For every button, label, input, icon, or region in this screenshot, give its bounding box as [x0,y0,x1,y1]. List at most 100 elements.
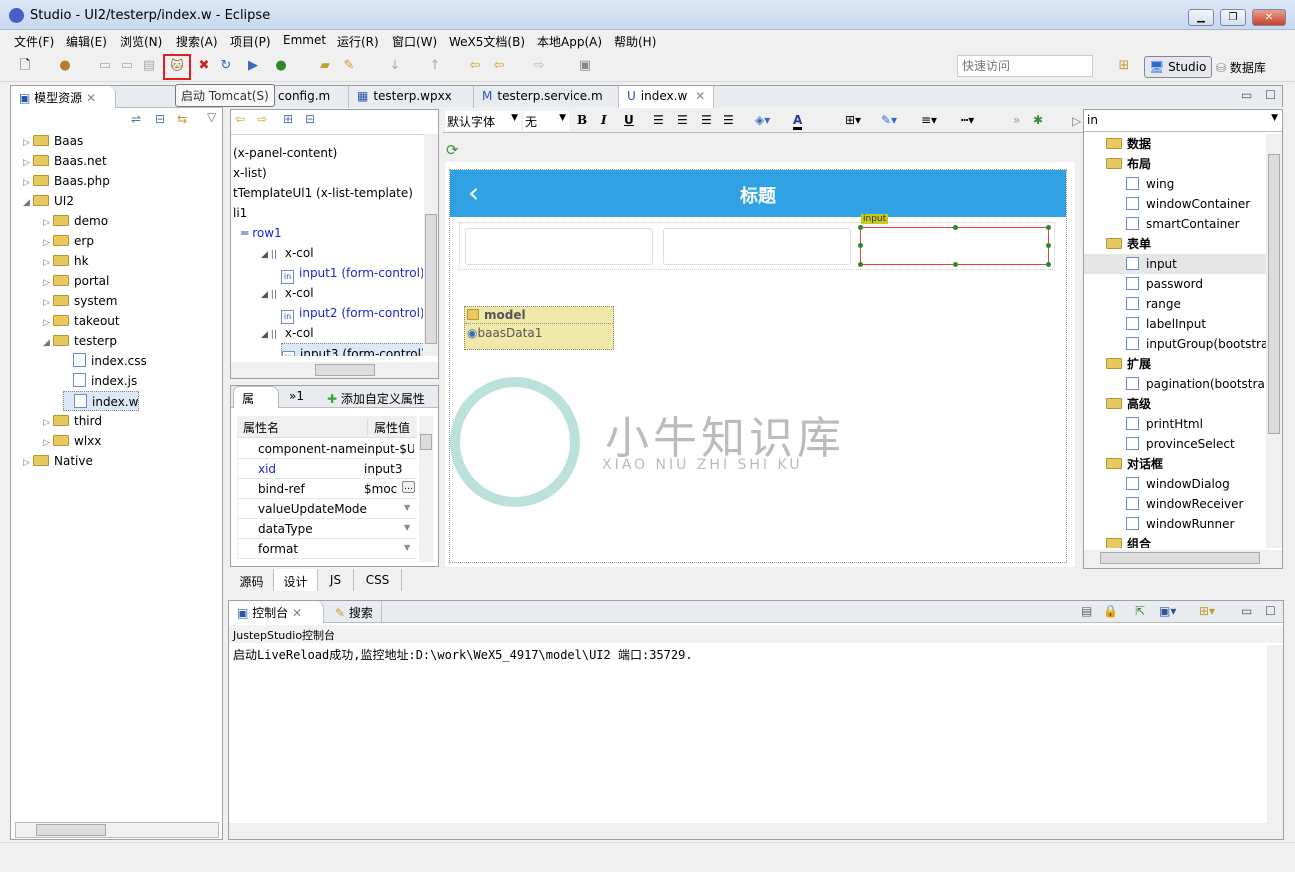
editor-tab[interactable]: ▦ testerp.wpxx [349,86,474,108]
expand-arrow-icon[interactable]: ▷ [43,413,53,433]
new-icon[interactable]: 🗋 [16,57,34,75]
menu-item[interactable]: 运行(R) [337,33,379,50]
tree-item[interactable]: ▷ third [43,411,102,431]
palette-item[interactable]: windowRunner [1084,514,1266,534]
restart-tomcat-icon[interactable]: ↻ [217,57,235,75]
menu-item[interactable]: 文件(F) [14,33,54,50]
tree-item[interactable]: ▷ Baas [23,131,83,151]
palette-item[interactable]: windowDialog [1084,474,1266,494]
palette-item[interactable]: provinceSelect [1084,434,1266,454]
tree-item[interactable]: ▷ Baas.php [23,171,110,191]
border-icon[interactable]: ⊞▾ [845,113,861,127]
minimize-button[interactable]: ▁ [1188,9,1214,26]
expand-arrow-icon[interactable]: ▷ [23,173,33,193]
tree-item[interactable]: ▷ hk [43,251,89,271]
save-all-icon[interactable]: ▭ [118,57,136,75]
palette-item[interactable]: windowReceiver [1084,494,1266,514]
expand-arrow-icon[interactable]: ▷ [43,293,53,313]
underline-button[interactable]: U [624,113,634,127]
close-tab-icon[interactable]: ✕ [695,89,705,103]
expand-arrow-icon[interactable]: ◢ || [261,330,277,340]
palette-group[interactable]: 对话框 [1084,454,1266,474]
close-tab-icon[interactable]: ✕ [86,91,96,105]
menu-item[interactable]: 搜索(A) [176,33,218,50]
chevron-down-icon[interactable]: ▼ [404,543,410,552]
db-perspective-button[interactable]: ⛁ 数据库 [1216,59,1266,76]
tree-item[interactable]: index.js [63,371,137,391]
menu-item[interactable]: 编辑(E) [66,33,107,50]
outline-item[interactable]: tTemplateUl1 (x-list-template) [233,183,413,203]
back-icon[interactable]: ⇦ [235,112,245,126]
tab-3[interactable]: CSS [354,569,402,591]
pen-icon[interactable]: ✎ [340,57,358,75]
outline-item[interactable]: (x-panel-content) [233,143,337,163]
view-menu-icon[interactable]: ▽ [207,110,216,124]
input2[interactable] [663,228,851,265]
tree-item[interactable]: ▷ wlxx [43,431,101,451]
input3-selected[interactable] [858,225,1051,267]
sync-icon[interactable]: ⇆ [177,112,187,126]
maximize-icon[interactable]: ☐ [1265,88,1276,102]
outline-item[interactable]: in input3 (form-control) [281,343,423,356]
horizontal-scrollbar[interactable] [231,362,438,378]
open-console-icon[interactable]: ⊞▾ [1199,604,1215,618]
start-tomcat-button[interactable]: 🐱 [163,54,191,80]
vertical-scrollbar[interactable] [424,134,438,356]
palette-item[interactable]: pagination(bootstra [1084,374,1266,394]
palette-item[interactable]: password [1084,274,1266,294]
italic-button[interactable]: I [601,113,607,127]
pin-icon[interactable]: ▣ [576,57,594,75]
save-icon[interactable]: ▭ [96,57,114,75]
expand-arrow-icon[interactable]: ▷ [43,213,53,233]
studio-perspective-button[interactable]: 🖥 Studio [1144,56,1212,78]
menu-item[interactable]: WeX5文档(B) [449,33,525,50]
display-console-icon[interactable]: ▣▾ [1159,604,1176,618]
tree-item[interactable]: index.css [63,351,147,371]
last-edit-icon[interactable]: ⇦ [466,57,484,75]
property-row[interactable]: xid input3 [237,459,417,479]
align-center-icon[interactable]: ☰ [677,113,688,127]
expand-arrow-icon[interactable]: ◢ || [261,250,277,260]
tab-search[interactable]: ✎ 搜索 [327,601,382,623]
add-custom-property-button[interactable]: ✚ 添加自定义属性 [327,390,425,407]
expand-arrow-icon[interactable]: ▷ [43,313,53,333]
editor-tab[interactable]: Uindex.w ✕ [619,86,714,108]
property-row[interactable]: format ▼ [237,539,417,559]
next-annotation-icon[interactable]: ↓ [386,57,404,75]
justify-icon[interactable]: ☰ [723,113,734,127]
outline-item[interactable]: in input2 (form-control) [281,303,423,324]
close-button[interactable]: ✕ [1252,9,1286,26]
open-folder-icon[interactable]: ▰ [316,57,334,75]
scroll-lock-icon[interactable]: 🔒 [1103,604,1118,618]
debug-icon[interactable]: ● [272,57,290,75]
tab-more[interactable]: »1 [289,389,304,403]
property-row[interactable]: valueUpdateMode ▼ [237,499,417,519]
stop-tomcat-icon[interactable]: ✖ [195,57,213,75]
expand-arrow-icon[interactable]: ◢ [23,193,33,213]
collapse-all-icon[interactable]: ⊟ [155,112,165,126]
tab-console[interactable]: ▣ 控制台 ✕ [229,601,324,623]
more-icon[interactable]: » [1013,113,1020,127]
menu-item[interactable]: 本地App(A) [537,33,602,50]
chevron-down-icon[interactable]: ▼ [404,503,410,512]
editor-tab[interactable]: Mtesterp.service.m [474,86,619,108]
tab-1[interactable]: 设计 [274,569,318,591]
outline-item[interactable]: ◢ || x-col [261,323,314,343]
link-editor-icon[interactable]: ⇌ [131,112,141,126]
menu-item[interactable]: 窗口(W) [392,33,437,50]
print-icon[interactable]: ▤ [140,57,158,75]
restore-button[interactable]: ❐ [1220,9,1246,26]
vertical-scrollbar[interactable] [1266,134,1282,548]
outline-item[interactable]: li1 [233,203,247,223]
palette-item[interactable]: windowContainer [1084,194,1266,214]
pin-console-icon[interactable]: ⇱ [1135,604,1145,618]
property-row[interactable]: dataType ▼ [237,519,417,539]
menu-item[interactable]: Emmet [283,33,326,47]
quick-access-input[interactable] [957,55,1093,77]
menu-item[interactable]: 项目(P) [230,33,271,50]
forward-icon[interactable]: ⇨ [530,57,548,75]
palette-group[interactable]: 高级 [1084,394,1266,414]
collapse-icon[interactable]: ⊟ [305,112,315,126]
expand-arrow-icon[interactable]: ▷ [43,253,53,273]
palette-group[interactable]: 扩展 [1084,354,1266,374]
